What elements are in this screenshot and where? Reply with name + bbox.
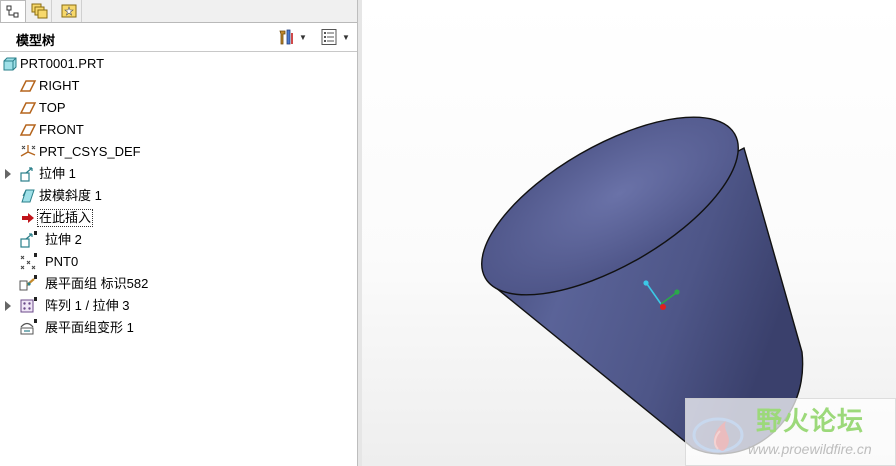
model-tree-tab[interactable] [0,0,26,22]
tree-item-part[interactable]: PRT0001.PRT [0,53,357,75]
datum-plane-icon [19,102,37,114]
tree-item-label: RIGHT [39,78,80,93]
folder-browser-tab[interactable] [26,0,52,22]
extrude-icon [20,231,37,248]
tree-item-label: 展平面组变形 1 [45,320,134,335]
settings-button[interactable]: ▼ [277,28,307,46]
header-divider [0,51,357,52]
tree-structure-icon [6,5,19,17]
datum-point-icon [20,253,37,270]
tree-item-csys[interactable]: PRT_CSYS_DEF [0,141,357,163]
tree-item-draft-1[interactable]: 拔模斜度 1 [0,185,357,207]
extrude-icon [20,167,33,182]
tree-item-flatten-deform[interactable]: 展平面组变形 1 [0,317,357,339]
pattern-icon [20,297,37,313]
tree-item-top[interactable]: TOP [0,97,357,119]
tree-item-label: 拉伸 1 [39,166,76,181]
model-view [481,116,804,455]
panel-title: 模型树 [16,33,56,48]
navigator-tabs [0,0,357,22]
datum-plane-icon [19,124,37,136]
graphics-viewport[interactable]: 野火论坛 www.proewildfire.cn [362,0,896,466]
tree-item-label: PRT0001.PRT [20,56,105,71]
tree-item-right[interactable]: RIGHT [0,75,357,97]
tree-item-front[interactable]: FRONT [0,119,357,141]
list-icon [321,29,337,45]
flame-logo-icon [692,417,744,453]
expand-arrow-icon[interactable] [5,301,11,311]
show-button[interactable]: ▼ [320,28,350,46]
part-icon [3,57,17,71]
tree-item-insert-here[interactable]: 在此插入 [0,207,357,229]
model-tree-panel: 模型树 ▼ ▼ PRT0001.PRT RIGHT TOP FRONT PRT_… [0,0,357,466]
tree-item-flatten-quilt[interactable]: 展平面组 标识582 [0,273,357,295]
tree-item-pattern-1[interactable]: 阵列 1 / 拉伸 3 [0,295,357,317]
tools-icon [279,29,293,45]
insert-here-arrow-icon [22,213,34,223]
tree-item-extrude-1[interactable]: 拉伸 1 [0,163,357,185]
expand-arrow-icon[interactable] [5,169,11,179]
tree-item-label: FRONT [39,122,84,137]
tree-item-label: 展平面组 标识582 [45,276,149,291]
tree-item-label: 拉伸 2 [45,232,82,247]
folders-icon [31,3,47,19]
favorites-tab[interactable] [56,0,82,22]
tree-item-label: PNT0 [45,254,79,269]
star-folder-icon [61,4,76,18]
draft-icon [21,189,35,203]
tree-item-label: 在此插入 [36,209,94,227]
chevron-down-icon: ▼ [299,32,307,42]
coordinate-system-icon [20,145,36,157]
tree-item-label: PRT_CSYS_DEF [39,144,141,159]
flatten-deform-icon [20,319,37,335]
chevron-down-icon: ▼ [342,32,350,42]
tree-item-pnt0[interactable]: PNT0 [0,251,357,273]
tree-item-extrude-2[interactable]: 拉伸 2 [0,229,357,251]
tree-item-label: 拔模斜度 1 [39,188,102,203]
tree-item-label: TOP [39,100,66,115]
flatten-quilt-icon [19,275,37,291]
watermark-url: www.proewildfire.cn [748,441,872,457]
forum-watermark: 野火论坛 www.proewildfire.cn [685,398,896,466]
datum-plane-icon [19,80,37,92]
watermark-title: 野火论坛 [756,406,865,436]
model-tree-header: 模型树 ▼ ▼ [0,23,357,51]
tree-item-label: 阵列 1 / 拉伸 3 [45,298,130,313]
